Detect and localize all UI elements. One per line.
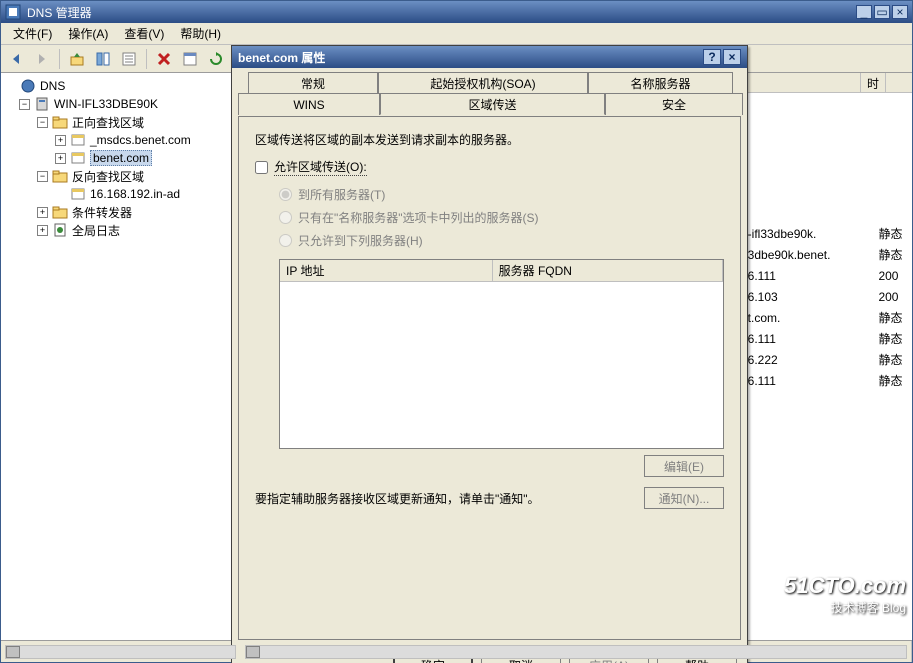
properties-dialog: benet.com 属性 ? × 常规 起始授权机构(SOA) 名称服务器 WI… [231, 45, 748, 663]
tree-server[interactable]: − WIN-IFL33DBE90K [5, 95, 236, 113]
expand-icon[interactable]: + [55, 153, 66, 164]
menu-help[interactable]: 帮助(H) [172, 23, 229, 44]
opt-all-servers: 到所有服务器(T) [279, 186, 724, 203]
maximize-button[interactable]: ▭ [874, 5, 890, 19]
notify-text: 要指定辅助服务器接收区域更新通知，请单击"通知"。 [255, 490, 630, 507]
list-row[interactable]: n-ifl33dbe90k.静态 [741, 223, 912, 244]
up-button[interactable] [66, 48, 88, 70]
collapse-icon[interactable]: − [37, 117, 48, 128]
allow-zone-transfer-label: 允许区域传送(O): [274, 158, 367, 176]
tree-global-logs[interactable]: + 全局日志 [5, 221, 236, 239]
tree-root-dns[interactable]: DNS [5, 77, 236, 95]
menu-bar: 文件(F) 操作(A) 查看(V) 帮助(H) [1, 23, 912, 45]
notify-row: 要指定辅助服务器接收区域更新通知，请单击"通知"。 通知(N)... [255, 487, 724, 509]
radio-listed-label: 只允许到下列服务器(H) [298, 232, 423, 249]
radio-all-servers-label: 到所有服务器(T) [298, 186, 385, 203]
folder-icon [52, 168, 68, 184]
title-bar: DNS 管理器 _ ▭ × [1, 1, 912, 23]
window-title: DNS 管理器 [27, 4, 856, 21]
app-icon [5, 4, 21, 20]
h-scrollbar-tree[interactable] [5, 645, 236, 659]
minimize-button[interactable]: _ [856, 5, 872, 19]
main-window: DNS 管理器 _ ▭ × 文件(F) 操作(A) 查看(V) 帮助(H) [0, 0, 913, 663]
expand-icon[interactable]: + [37, 207, 48, 218]
col-server-fqdn: 服务器 FQDN [493, 260, 723, 281]
back-button[interactable] [5, 48, 27, 70]
separator [146, 49, 147, 69]
server-icon [34, 96, 50, 112]
tree-reverse-zones[interactable]: − 反向查找区域 [5, 167, 236, 185]
tab-name-servers[interactable]: 名称服务器 [588, 72, 733, 94]
radio-ns-tab [279, 211, 292, 224]
menu-file[interactable]: 文件(F) [5, 23, 60, 44]
tab-wins[interactable]: WINS [238, 93, 380, 115]
list-row[interactable]: 16.111200 [741, 265, 912, 286]
dialog-close-button[interactable]: × [723, 49, 741, 65]
dns-icon [20, 78, 36, 94]
tree-conditional-forwarders[interactable]: + 条件转发器 [5, 203, 236, 221]
tab-strip: 常规 起始授权机构(SOA) 名称服务器 WINS 区域传送 安全 [238, 72, 741, 116]
dialog-title-bar: benet.com 属性 ? × [232, 46, 747, 68]
radio-listed [279, 234, 292, 247]
log-icon [52, 222, 68, 238]
radio-all-servers [279, 188, 292, 201]
tab-soa[interactable]: 起始授权机构(SOA) [378, 72, 588, 94]
list-row[interactable]: 16.222静态 [741, 349, 912, 370]
folder-icon [52, 204, 68, 220]
content-area: DNS − WIN-IFL33DBE90K − 正向查找区域 + _msdcs.… [1, 73, 912, 640]
tab-zone-transfer[interactable]: 区域传送 [380, 93, 605, 115]
close-button[interactable]: × [892, 5, 908, 19]
h-scrollbar-list[interactable] [245, 645, 907, 659]
list-row[interactable]: 16.111静态 [741, 328, 912, 349]
dialog-title: benet.com 属性 [238, 49, 701, 66]
transfer-options-group: 到所有服务器(T) 只有在"名称服务器"选项卡中列出的服务器(S) 只允许到下列… [279, 186, 724, 477]
collapse-icon[interactable]: − [19, 99, 30, 110]
zone-icon [70, 150, 86, 166]
tab-security[interactable]: 安全 [605, 93, 743, 115]
allow-zone-transfer-input[interactable] [255, 161, 268, 174]
list-row[interactable]: 16.103200 [741, 286, 912, 307]
server-list-box: IP 地址 服务器 FQDN [279, 259, 724, 449]
edit-button: 编辑(E) [644, 455, 724, 477]
menu-view[interactable]: 查看(V) [116, 23, 172, 44]
expand-icon[interactable]: + [37, 225, 48, 236]
zone-transfer-description: 区域传送将区域的副本发送到请求副本的服务器。 [255, 131, 724, 148]
notify-button: 通知(N)... [644, 487, 724, 509]
col-ip-address: IP 地址 [280, 260, 493, 281]
tab-general[interactable]: 常规 [248, 72, 378, 94]
folder-icon [52, 114, 68, 130]
show-hide-button[interactable] [92, 48, 114, 70]
zone-icon [70, 186, 86, 202]
status-seg-left [1, 641, 241, 662]
server-list-body [280, 282, 723, 448]
menu-action[interactable]: 操作(A) [60, 23, 116, 44]
tree-zone-benet[interactable]: + benet.com [5, 149, 236, 167]
allow-zone-transfer-checkbox[interactable]: 允许区域传送(O): [255, 158, 724, 176]
opt-ns-tab-servers: 只有在"名称服务器"选项卡中列出的服务器(S) [279, 209, 724, 226]
col-time[interactable]: 时 [861, 73, 886, 92]
list-row[interactable]: 16.111静态 [741, 370, 912, 391]
forward-button[interactable] [31, 48, 53, 70]
radio-ns-tab-label: 只有在"名称服务器"选项卡中列出的服务器(S) [298, 209, 539, 226]
tree-pane: DNS − WIN-IFL33DBE90K − 正向查找区域 + _msdcs.… [1, 73, 241, 640]
opt-listed-servers: 只允许到下列服务器(H) [279, 232, 724, 249]
properties2-button[interactable] [179, 48, 201, 70]
dialog-help-button[interactable]: ? [703, 49, 721, 65]
tree-zone-msdcs[interactable]: + _msdcs.benet.com [5, 131, 236, 149]
separator [59, 49, 60, 69]
refresh-button[interactable] [205, 48, 227, 70]
tree-zone-reverse[interactable]: 16.168.192.in-ad [5, 185, 236, 203]
list-row[interactable]: et.com.静态 [741, 307, 912, 328]
collapse-icon[interactable]: − [37, 171, 48, 182]
delete-button[interactable] [153, 48, 175, 70]
properties-button[interactable] [118, 48, 140, 70]
tree-forward-zones[interactable]: − 正向查找区域 [5, 113, 236, 131]
zone-icon [70, 132, 86, 148]
expand-icon[interactable]: + [55, 135, 66, 146]
tab-content: 区域传送将区域的副本发送到请求副本的服务器。 允许区域传送(O): 到所有服务器… [238, 116, 741, 640]
list-row[interactable]: 33dbe90k.benet.静态 [741, 244, 912, 265]
